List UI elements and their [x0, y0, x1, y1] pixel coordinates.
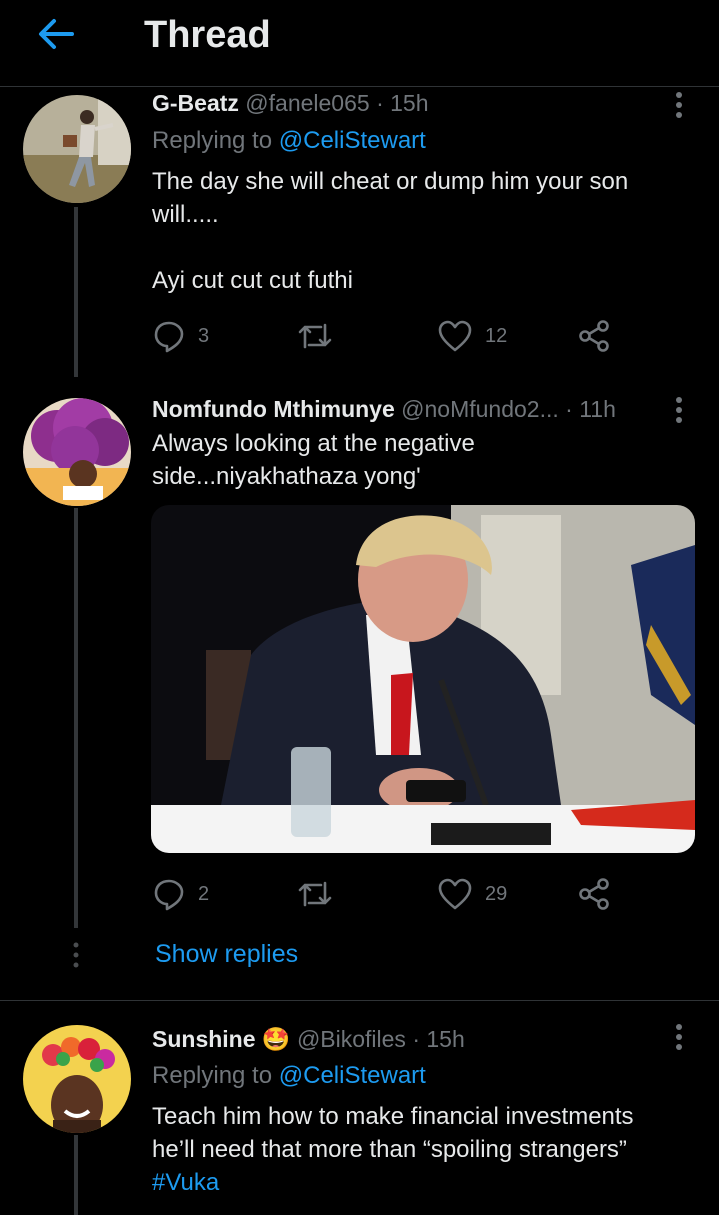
- handle[interactable]: @fanele065: [245, 90, 369, 116]
- reply-count: 2: [198, 882, 210, 905]
- tweet-actions: 2 29: [152, 874, 622, 914]
- hashtag-link[interactable]: #Vuka: [152, 1166, 682, 1199]
- like-count: 12: [485, 324, 508, 347]
- thread-line: [74, 1135, 78, 1215]
- top-bar: Thread: [0, 0, 719, 87]
- reply-count: 3: [198, 324, 210, 347]
- timestamp[interactable]: 15h: [426, 1026, 464, 1052]
- retweet-button[interactable]: [297, 316, 345, 356]
- more-options-icon[interactable]: [670, 1022, 688, 1052]
- retweet-button[interactable]: [297, 874, 345, 914]
- replying-to: Replying to @CeliStewart: [152, 127, 426, 155]
- handle[interactable]: @Bikofiles: [297, 1026, 406, 1052]
- separator: ·: [369, 90, 391, 116]
- retweet-icon: [298, 323, 332, 349]
- more-options-icon[interactable]: [670, 90, 688, 120]
- share-button[interactable]: [577, 874, 611, 914]
- like-button[interactable]: 29: [437, 874, 507, 914]
- replying-to: Replying to @CeliStewart: [152, 1062, 426, 1090]
- replying-to-label: Replying to: [152, 127, 279, 154]
- display-name[interactable]: G-Beatz: [152, 90, 239, 116]
- collapsed-thread-dots-icon: [71, 940, 81, 970]
- reply-button[interactable]: 3: [152, 316, 209, 356]
- tweet-text: The day she will cheat or dump him your …: [152, 168, 629, 294]
- reply-icon: [154, 879, 184, 911]
- tweet-text: Teach him how to make financial investme…: [152, 1103, 641, 1163]
- more-options-icon[interactable]: [670, 395, 688, 425]
- retweet-icon: [298, 881, 332, 907]
- tweet-actions: 3 12: [152, 316, 622, 356]
- avatar[interactable]: [23, 95, 131, 203]
- timestamp[interactable]: 15h: [390, 90, 428, 116]
- divider: [0, 1000, 719, 1001]
- separator: ·: [558, 396, 580, 422]
- reply-button[interactable]: 2: [152, 874, 209, 914]
- heart-icon: [438, 320, 472, 352]
- like-count: 29: [485, 882, 508, 905]
- tweet-meta: Sunshine 🤩 @Bikofiles · 15h: [152, 1026, 465, 1053]
- mention-link[interactable]: @CeliStewart: [279, 1062, 426, 1089]
- tweet-text: Always looking at the negative side...ni…: [152, 430, 482, 490]
- avatar[interactable]: [23, 1025, 131, 1133]
- tweet-meta: Nomfundo Mthimunye @noMfundo2... · 11h: [152, 396, 616, 423]
- tweet-photo[interactable]: [151, 505, 695, 853]
- handle[interactable]: @noMfundo2...: [401, 396, 559, 422]
- reply-icon: [154, 321, 184, 353]
- replying-to-label: Replying to: [152, 1062, 279, 1089]
- back-arrow-icon[interactable]: [36, 16, 76, 52]
- share-icon: [579, 878, 609, 910]
- like-button[interactable]: 12: [437, 316, 507, 356]
- share-icon: [579, 320, 609, 352]
- share-button[interactable]: [577, 316, 611, 356]
- avatar[interactable]: [23, 398, 131, 506]
- thread-line: [74, 508, 78, 928]
- display-name[interactable]: Sunshine: [152, 1026, 256, 1052]
- display-name[interactable]: Nomfundo Mthimunye: [152, 396, 395, 422]
- heart-icon: [438, 878, 472, 910]
- show-replies-link[interactable]: Show replies: [155, 940, 298, 969]
- separator: ·: [405, 1026, 427, 1052]
- thread-line: [74, 207, 78, 377]
- tweet-meta: G-Beatz @fanele065 · 15h: [152, 90, 429, 117]
- timestamp[interactable]: 11h: [579, 396, 616, 422]
- mention-link[interactable]: @CeliStewart: [279, 127, 426, 154]
- emoji-icon: 🤩: [261, 1026, 291, 1052]
- page-title: Thread: [144, 14, 271, 56]
